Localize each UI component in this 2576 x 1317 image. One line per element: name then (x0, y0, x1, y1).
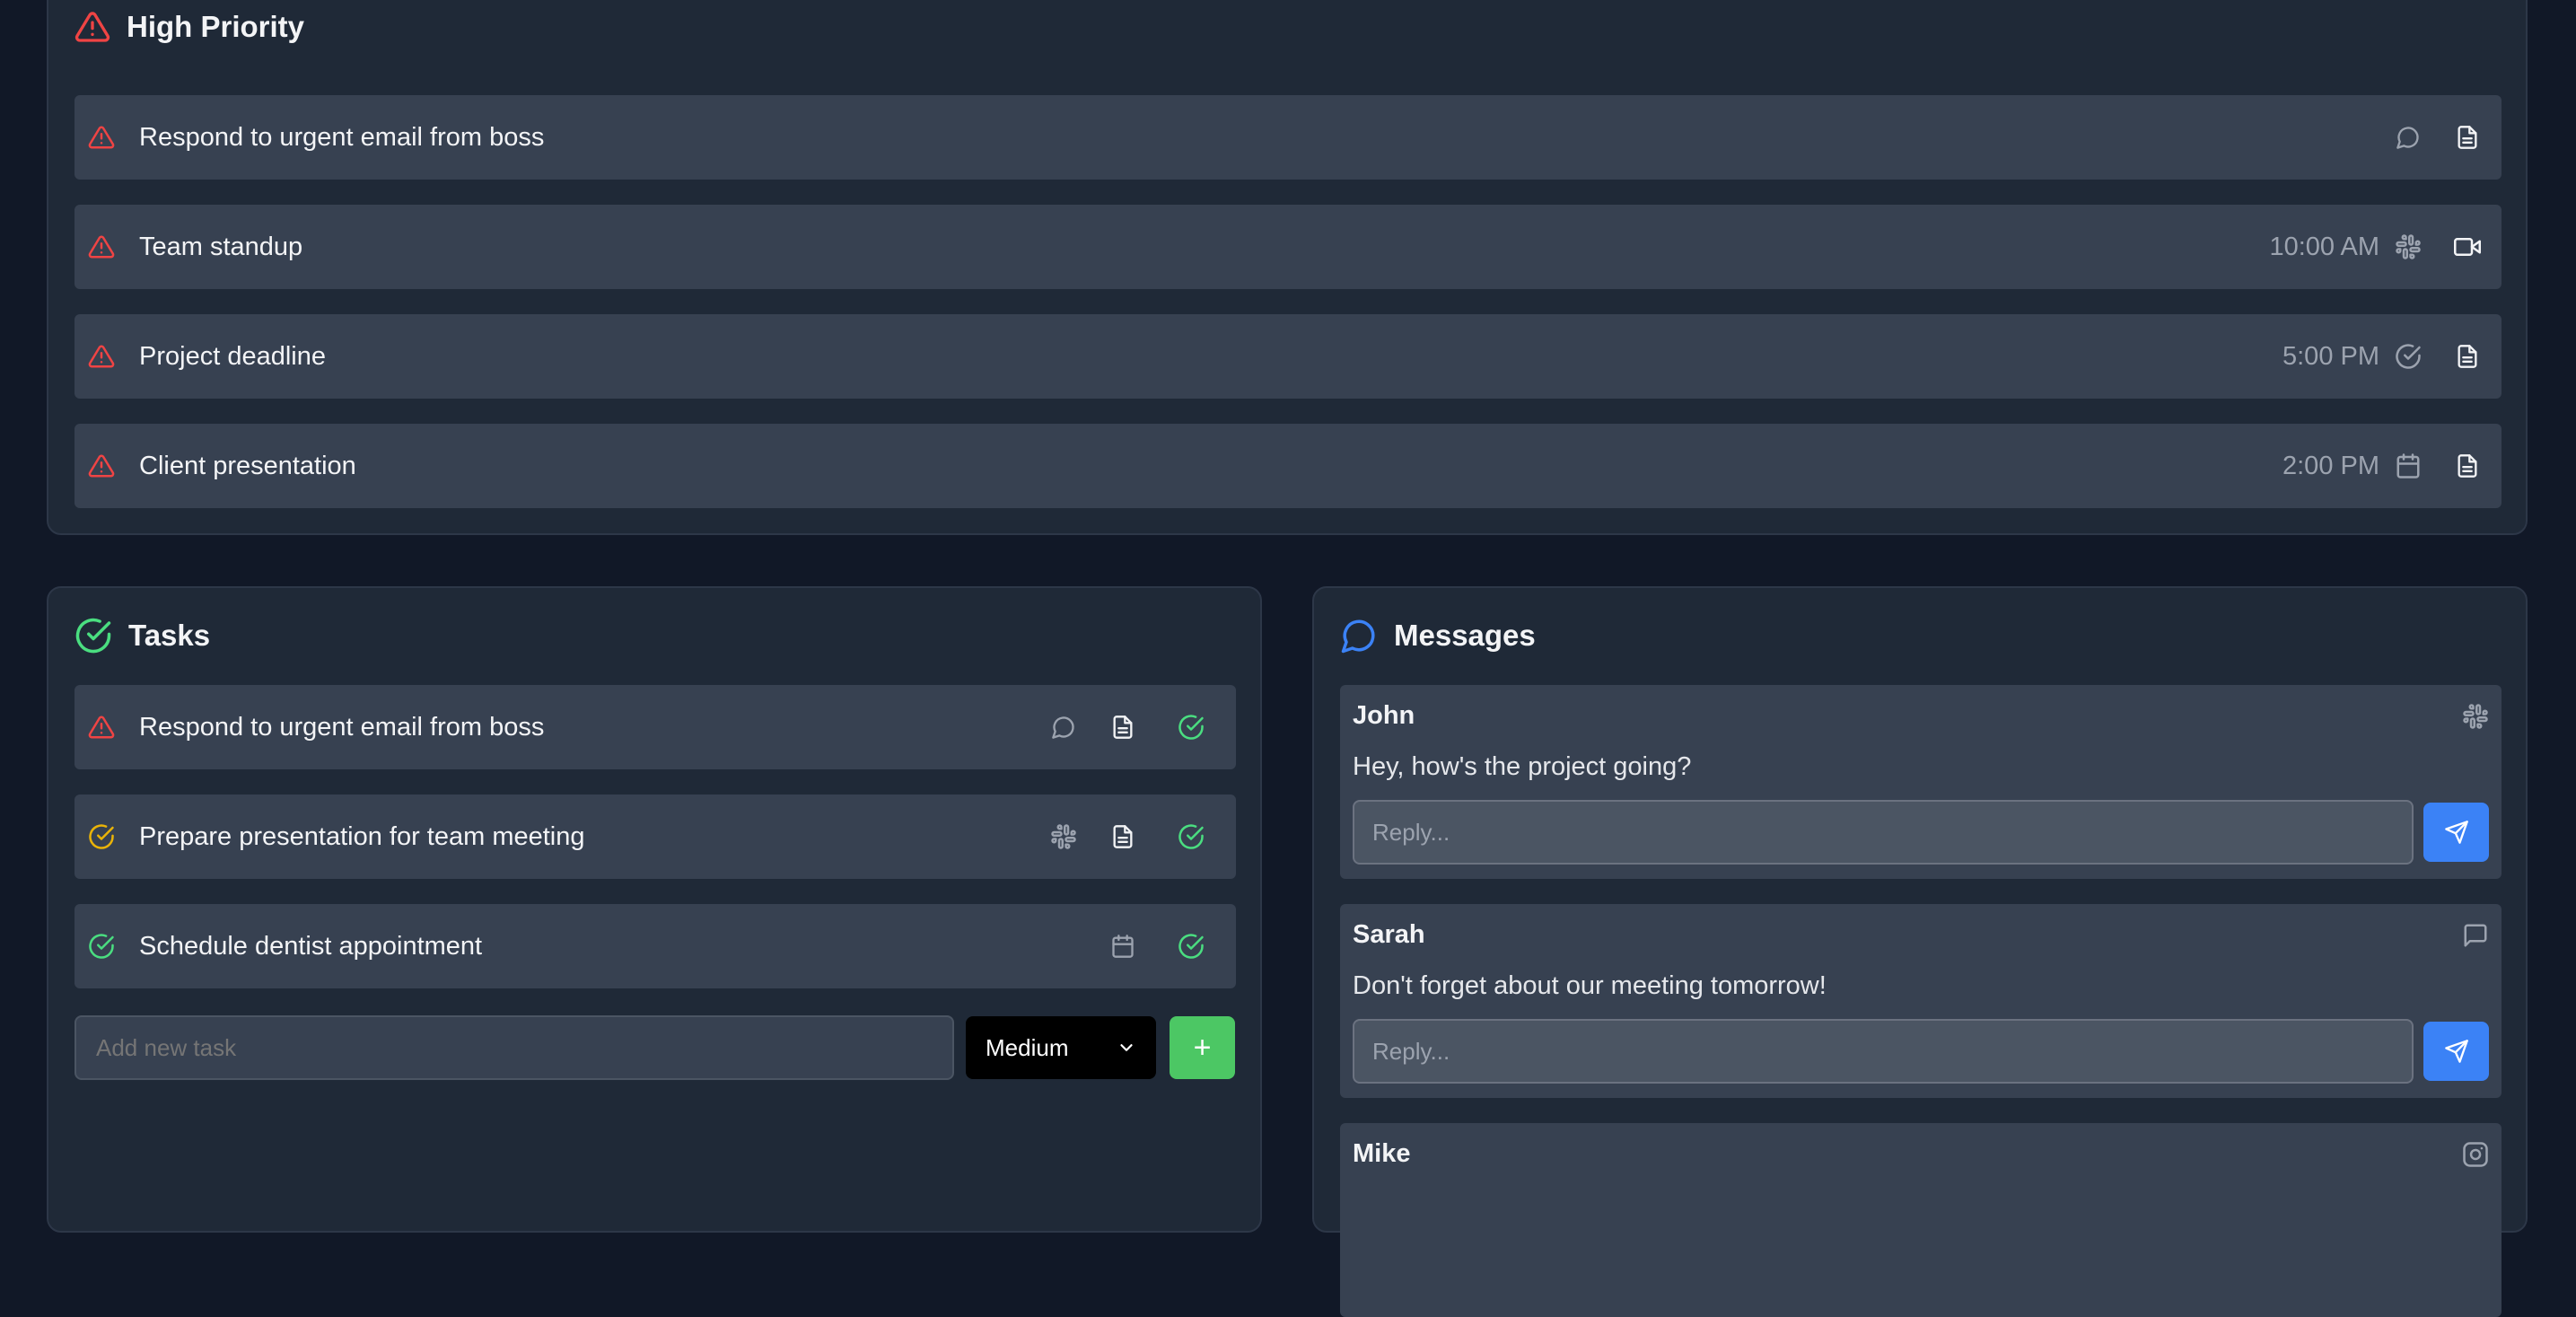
tasks-header: Tasks (74, 617, 210, 654)
file-text-icon[interactable] (2449, 119, 2485, 155)
complete-task-button[interactable] (1173, 928, 1209, 964)
message-sender: John (1353, 701, 1415, 730)
message-circle-icon (2390, 119, 2426, 155)
card-title: Tasks (128, 619, 211, 652)
check-circle-icon (2390, 338, 2426, 374)
check-circle-icon (74, 617, 112, 654)
alert-triangle-icon (88, 714, 115, 741)
complete-task-button[interactable] (1173, 709, 1209, 745)
alert-triangle-icon (88, 124, 115, 151)
chevron-down-icon (1117, 1038, 1136, 1058)
tasks-card: Tasks Respond to urgent email from boss … (47, 586, 1262, 1233)
check-circle-icon (88, 933, 115, 960)
calendar-icon (1105, 928, 1141, 964)
task-item[interactable]: Respond to urgent email from boss (74, 685, 1236, 769)
video-icon[interactable] (2449, 229, 2485, 265)
message-sender: Mike (1353, 1139, 1411, 1168)
messages-card: Messages John Hey, how's the project goi… (1312, 586, 2528, 1317)
message-circle-icon (1046, 709, 1082, 745)
priority-item-text: Team standup (139, 232, 303, 261)
reply-input[interactable] (1353, 1019, 2414, 1084)
priority-select-value: Medium (986, 1033, 1069, 1061)
priority-item-time: 10:00 AM (2269, 232, 2379, 261)
new-task-input[interactable] (74, 1015, 954, 1080)
priority-select[interactable]: Medium (966, 1016, 1156, 1079)
priority-item[interactable]: Respond to urgent email from boss (74, 95, 2502, 180)
slack-icon (2462, 703, 2489, 730)
send-icon (2444, 820, 2469, 845)
task-item-text: Schedule dentist appointment (139, 931, 483, 961)
instagram-icon (2462, 1141, 2489, 1168)
slack-icon (2390, 229, 2426, 265)
calendar-icon (2390, 448, 2426, 484)
message-circle-icon (1340, 617, 1378, 654)
send-icon (2444, 1039, 2469, 1064)
priority-item-time: 5:00 PM (2282, 341, 2379, 371)
priority-item-time: 2:00 PM (2282, 451, 2379, 480)
file-text-icon[interactable] (2449, 448, 2485, 484)
file-text-icon[interactable] (1105, 709, 1141, 745)
high-priority-header: High Priority (74, 9, 304, 45)
message-sender: Sarah (1353, 920, 1425, 949)
priority-item[interactable]: Project deadline 5:00 PM (74, 314, 2502, 399)
send-button[interactable] (2423, 1022, 2489, 1081)
card-title: High Priority (127, 10, 305, 43)
message-body: Hey, how's the project going? (1353, 752, 1692, 781)
message-body: Don't forget about our meeting tomorrow! (1353, 971, 1827, 1000)
message-square-icon (2462, 922, 2489, 949)
message-item: John Hey, how's the project going? (1340, 685, 2502, 879)
alert-triangle-icon (88, 233, 115, 260)
slack-icon (1046, 819, 1082, 855)
plus-icon: + (1193, 1031, 1212, 1065)
task-item-text: Prepare presentation for team meeting (139, 821, 585, 851)
alert-triangle-icon (88, 452, 115, 479)
priority-item-text: Client presentation (139, 451, 356, 480)
card-title: Messages (1394, 619, 1536, 652)
messages-header: Messages (1340, 617, 1536, 654)
high-priority-card: High Priority Respond to urgent email fr… (47, 0, 2528, 535)
alert-triangle-icon (88, 343, 115, 370)
reply-input[interactable] (1353, 800, 2414, 865)
file-text-icon[interactable] (2449, 338, 2485, 374)
priority-item-text: Respond to urgent email from boss (139, 122, 545, 152)
task-item[interactable]: Schedule dentist appointment (74, 904, 1236, 988)
check-circle-icon (88, 823, 115, 850)
send-button[interactable] (2423, 803, 2489, 862)
add-task-button[interactable]: + (1170, 1016, 1235, 1079)
message-item: Sarah Don't forget about our meeting tom… (1340, 904, 2502, 1098)
task-item[interactable]: Prepare presentation for team meeting (74, 795, 1236, 879)
file-text-icon[interactable] (1105, 819, 1141, 855)
complete-task-button[interactable] (1173, 819, 1209, 855)
priority-item[interactable]: Client presentation 2:00 PM (74, 424, 2502, 508)
message-item: Mike (1340, 1123, 2502, 1317)
priority-item-text: Project deadline (139, 341, 326, 371)
task-item-text: Respond to urgent email from boss (139, 712, 545, 742)
alert-triangle-icon (74, 9, 110, 45)
priority-item[interactable]: Team standup 10:00 AM (74, 205, 2502, 289)
